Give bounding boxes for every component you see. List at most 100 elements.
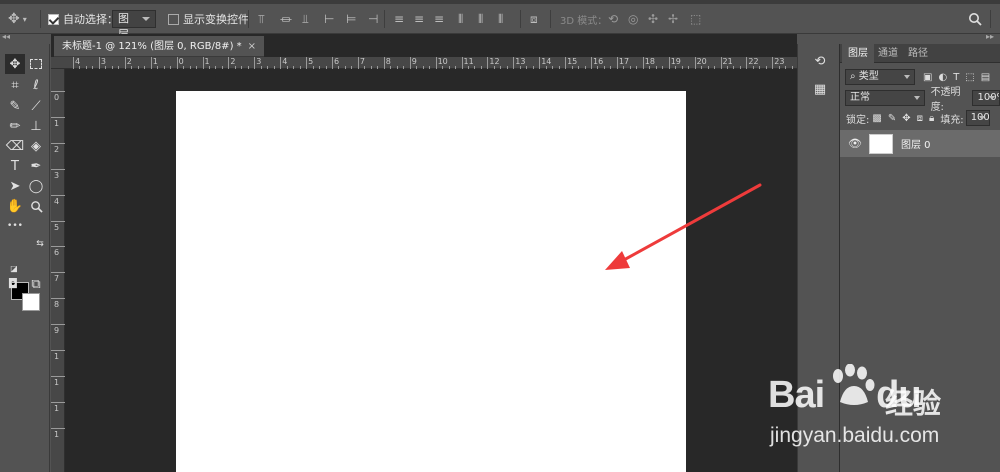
canvas[interactable]	[176, 91, 686, 472]
filter-type-icon[interactable]: T	[953, 72, 959, 83]
ruler-top-label: 4	[282, 57, 288, 66]
lock-artboard-icon[interactable]: ⧈	[917, 113, 923, 124]
horizontal-ruler[interactable]: 4 3 2 1 0 1 2 3 4 5 6 7 8 9 10 11 12 13 14 15 16 17 18 19 20 21 22…	[51, 57, 797, 69]
screen-mode-icon[interactable]: ⧉	[26, 274, 46, 294]
watermark-cn: 经验	[885, 387, 942, 420]
3d-roll-icon[interactable]: ◎	[628, 4, 638, 34]
align-bottom-icon[interactable]: ⫫	[302, 4, 309, 34]
3d-drag-icon[interactable]: ✣	[648, 4, 658, 34]
opacity-field[interactable]: 100%	[972, 90, 1000, 106]
quick-mask-icon[interactable]: ◘	[3, 274, 23, 294]
ruler-minor-tick	[111, 66, 113, 69]
ruler-minor-tick	[85, 66, 87, 69]
path-select-tool-icon[interactable]: ➤	[5, 176, 25, 196]
document-tab[interactable]: 未标题-1 @ 121% (图层 0, RGB/8#) * ×	[54, 36, 265, 57]
vertical-ruler[interactable]: 0 1 2 3 4 5 6 7 8 9 1 1 1 1	[51, 69, 65, 472]
3d-rotate-icon[interactable]: ⟲	[608, 4, 618, 34]
lock-position-icon[interactable]: ✥	[902, 113, 910, 124]
filter-pixel-icon[interactable]: ▣	[923, 72, 932, 83]
paint-bucket-tool-icon[interactable]: ◈	[26, 136, 46, 156]
distribute-hcenter-icon[interactable]: ⦀	[478, 4, 483, 34]
filter-adjust-icon[interactable]: ◐	[938, 72, 947, 83]
collapse-left-icon[interactable]: ◂◂	[2, 32, 10, 41]
3d-scale-icon[interactable]: ⬚	[690, 4, 701, 34]
auto-align-icon[interactable]: ⧈	[530, 4, 538, 34]
ruler-minor-tick	[467, 66, 469, 69]
auto-select-checkbox[interactable]: 自动选择：	[48, 4, 118, 34]
ruler-minor-tick	[759, 66, 761, 69]
show-transform-checkbox[interactable]: 显示变换控件	[168, 4, 249, 34]
lock-all-icon[interactable]: 🔒︎	[929, 113, 934, 124]
distribute-left-icon[interactable]: ⦀	[458, 4, 463, 34]
ruler-left-label: 1	[54, 429, 60, 439]
ruler-left-label: 1	[54, 352, 60, 361]
ruler-top-label: 17	[618, 57, 630, 66]
ruler-minor-tick	[338, 66, 340, 69]
layer-filter-select[interactable]: ⌕ 类型	[845, 69, 915, 85]
ruler-minor-tick	[558, 66, 560, 69]
ruler-minor-tick	[603, 66, 605, 69]
ruler-minor-tick	[662, 66, 664, 69]
align-left-icon[interactable]: ⊢	[324, 4, 334, 34]
hand-tool-icon[interactable]: ✋	[5, 196, 25, 216]
blend-mode-select[interactable]: 正常	[845, 90, 925, 106]
eraser-tool-icon[interactable]: ⌫	[5, 136, 25, 156]
brush-tool-icon[interactable]: ✏	[5, 116, 25, 136]
ruler-minor-tick	[416, 66, 418, 69]
ellipse-tool-icon[interactable]: ◯	[26, 176, 46, 196]
layer-target-select[interactable]: 图层	[112, 10, 156, 41]
layer-row[interactable]: 👁︎ 图层 0	[840, 130, 1000, 157]
lock-pixels-icon[interactable]: ✎	[888, 113, 896, 124]
ruler-minor-tick	[170, 66, 172, 69]
search-icon[interactable]	[968, 4, 982, 34]
distribute-top-icon[interactable]: ≡	[394, 4, 404, 34]
marquee-tool-icon[interactable]	[26, 54, 46, 74]
panel-tab-0[interactable]: 图层	[842, 44, 874, 63]
3d-slide-icon[interactable]: ✢	[668, 4, 678, 34]
mode-3d-label: 3D 模式：	[560, 15, 608, 27]
layer-name: 图层 0	[900, 140, 931, 151]
ruler-minor-tick	[319, 66, 321, 69]
type-tool-icon[interactable]: T	[5, 156, 25, 176]
ruler-tick	[150, 57, 152, 69]
ruler-minor-tick	[221, 66, 223, 69]
panel-tab-2[interactable]: 路径	[902, 44, 934, 63]
distribute-bottom-icon[interactable]: ≡	[434, 4, 444, 34]
properties-panel-icon[interactable]: ▦	[812, 82, 828, 98]
align-top-icon[interactable]: ⫪	[258, 4, 265, 34]
more-tools-icon[interactable]: •••	[5, 216, 25, 236]
stamp-tool-icon[interactable]: ⊥	[26, 116, 46, 136]
panel-tab-1[interactable]: 通道	[872, 44, 904, 63]
align-right-icon[interactable]: ⊣	[368, 4, 378, 34]
quick-select-tool-icon[interactable]: ✎	[5, 96, 25, 116]
ruler-top-label: 2	[230, 57, 236, 66]
distribute-vcenter-icon[interactable]: ≡	[414, 4, 424, 34]
ruler-tick	[642, 57, 644, 69]
distribute-right-icon[interactable]: ⦀	[498, 4, 503, 34]
background-color-swatch[interactable]	[22, 293, 40, 311]
ruler-minor-tick	[403, 66, 405, 69]
zoom-tool-icon[interactable]	[26, 196, 46, 216]
eye-icon[interactable]: 👁︎	[848, 137, 862, 150]
ruler-minor-tick	[714, 66, 716, 69]
crop-tool-icon[interactable]: ⌗	[5, 75, 25, 95]
lock-transparency-icon[interactable]: ▩	[872, 113, 881, 124]
ruler-top-label: 18	[644, 57, 655, 66]
fill-field[interactable]: 100%	[965, 110, 990, 126]
align-hcenter-icon[interactable]: ⊨	[346, 4, 356, 34]
align-vcenter-icon[interactable]: ⏛	[280, 4, 292, 34]
ruler-tick	[487, 57, 489, 69]
filter-shape-icon[interactable]: ⬚	[965, 72, 974, 83]
lasso-tool-icon[interactable]: ℓ	[26, 75, 46, 95]
move-tool-preset-icon[interactable]: ✥ ▾	[8, 4, 27, 34]
eyedropper-tool-icon[interactable]: ⟋	[26, 96, 46, 116]
move-tool-icon[interactable]: ✥	[5, 54, 25, 74]
pen-tool-icon[interactable]: ✒	[26, 156, 46, 176]
filter-smart-icon[interactable]: ▤	[981, 72, 990, 83]
collapse-right-icon[interactable]: ▸▸	[986, 32, 994, 41]
history-panel-icon[interactable]: ⟲	[812, 54, 828, 70]
swap-colors-icon[interactable]: ⇆	[30, 234, 50, 254]
close-icon[interactable]: ×	[248, 41, 256, 52]
tools-panel: ✥ ⌗ ℓ ✎ ⟋ ✏ ⊥ ⌫ ◈ T ✒ ➤ ◯ ✋ ••• ⇆ ◪ ◘ ⧉	[0, 44, 50, 472]
ruler-minor-tick	[105, 66, 107, 69]
